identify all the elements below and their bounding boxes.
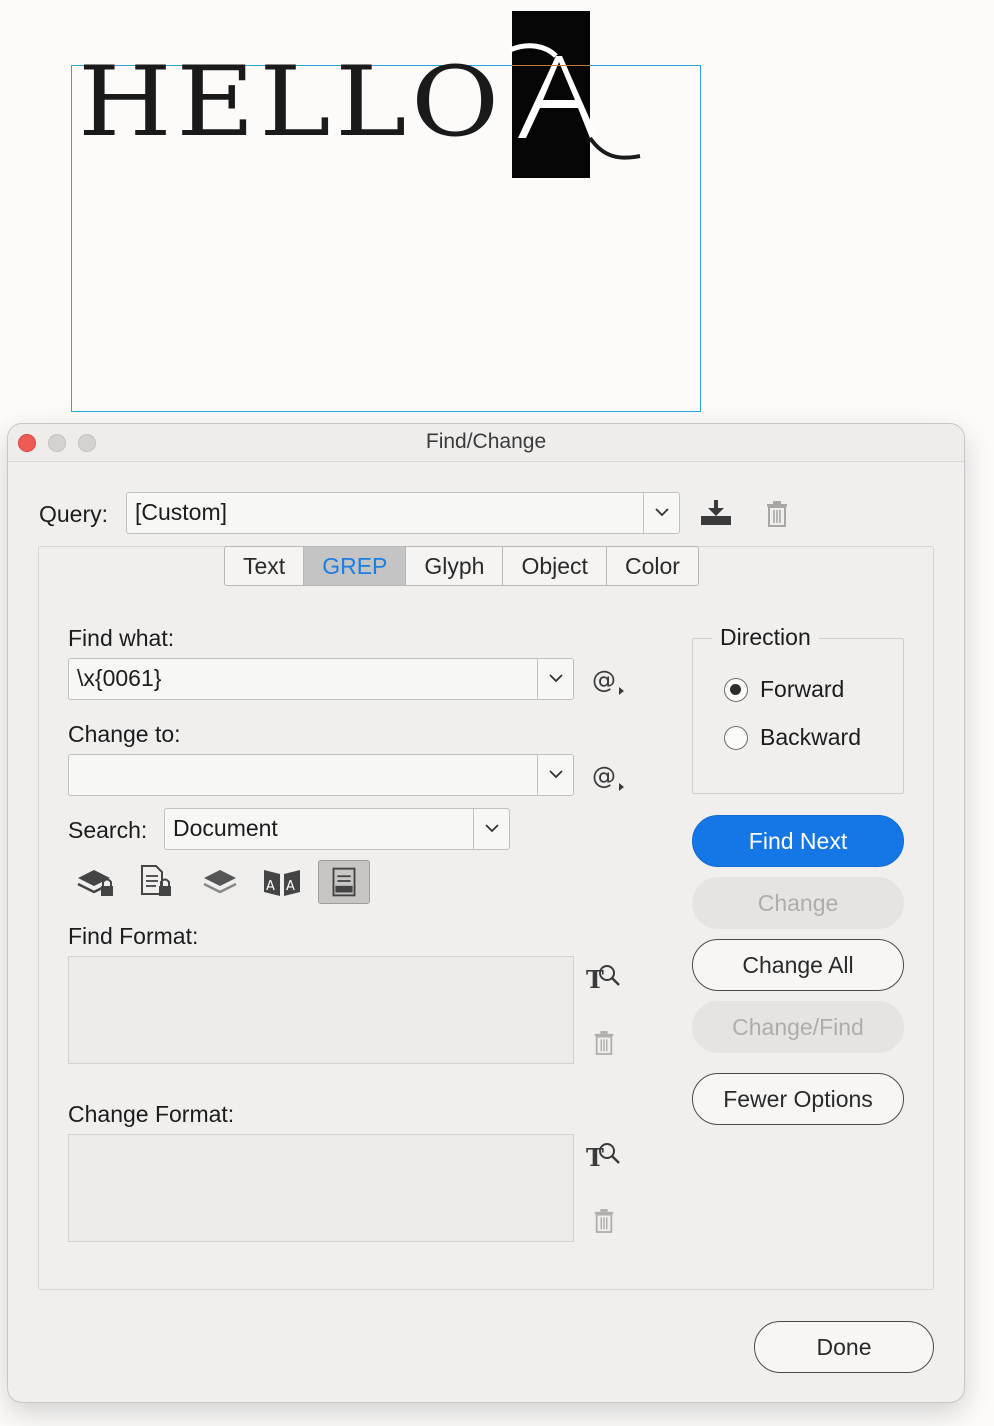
tab-object[interactable]: Object (503, 547, 607, 585)
save-query-icon[interactable] (698, 498, 734, 528)
find-format-box[interactable] (68, 956, 574, 1064)
tab-glyph[interactable]: Glyph (406, 547, 504, 585)
chevron-down-icon[interactable] (537, 659, 573, 699)
hello-text: HELLO (78, 46, 504, 158)
include-hidden-layers-icon[interactable] (194, 860, 246, 904)
fewer-options-button[interactable]: Fewer Options (692, 1073, 904, 1125)
backward-radio[interactable] (724, 725, 748, 750)
svg-text:@: @ (592, 666, 616, 694)
clear-find-format-icon[interactable] (593, 1030, 615, 1056)
direction-backward-option[interactable]: Backward (724, 724, 861, 751)
find-change-dialog: Find/Change Query: [Custom] Text GREP Gl… (8, 424, 964, 1402)
find-what-field[interactable]: \x{0061} (68, 658, 574, 700)
delete-query-icon[interactable] (765, 500, 789, 528)
query-label: Query: (39, 501, 109, 527)
mode-tabs: Text GREP Glyph Object Color (224, 546, 699, 586)
change-find-button[interactable]: Change/Find (692, 1001, 904, 1053)
change-button[interactable]: Change (692, 877, 904, 929)
special-characters-icon[interactable]: @ (592, 760, 628, 792)
special-characters-icon[interactable]: @ (592, 664, 628, 696)
find-what-value: \x{0061} (77, 665, 162, 691)
change-format-label: Change Format: (68, 1101, 235, 1127)
dialog-title: Find/Change (425, 430, 547, 453)
forward-label: Forward (760, 676, 845, 702)
find-what-label: Find what: (68, 625, 175, 651)
tab-color[interactable]: Color (607, 547, 698, 585)
clear-change-format-icon[interactable] (593, 1208, 615, 1234)
direction-group (692, 638, 904, 794)
change-to-label: Change to: (68, 721, 181, 747)
search-label: Search: (68, 817, 148, 843)
selected-glyph-a (510, 43, 641, 160)
backward-label: Backward (760, 724, 861, 750)
change-format-box[interactable] (68, 1134, 574, 1242)
query-dropdown[interactable]: [Custom] (126, 492, 680, 534)
forward-radio[interactable] (724, 677, 748, 702)
chevron-down-icon[interactable] (537, 755, 573, 795)
title-bar[interactable]: Find/Change (8, 424, 964, 462)
tab-text[interactable]: Text (225, 547, 305, 585)
change-all-button[interactable]: Change All (692, 939, 904, 991)
include-footnotes-icon[interactable] (318, 860, 370, 904)
search-scope-value: Document (173, 815, 278, 841)
svg-text:@: @ (592, 762, 616, 790)
query-value: [Custom] (135, 499, 228, 525)
specify-attributes-icon[interactable]: T (586, 1138, 622, 1170)
find-format-label: Find Format: (68, 923, 199, 949)
change-to-field[interactable] (68, 754, 574, 796)
svg-text:A: A (286, 879, 295, 894)
direction-forward-option[interactable]: Forward (724, 676, 844, 703)
chevron-down-icon[interactable] (643, 493, 679, 533)
tab-grep[interactable]: GREP (304, 547, 407, 585)
include-locked-stories-icon[interactable] (132, 860, 184, 904)
direction-legend: Direction (712, 624, 819, 651)
baseline-marker (512, 65, 590, 66)
include-master-pages-icon[interactable]: A A (256, 860, 308, 904)
include-locked-layers-icon[interactable] (70, 860, 122, 904)
find-next-button[interactable]: Find Next (692, 815, 904, 867)
chevron-down-icon[interactable] (473, 809, 509, 849)
svg-text:A: A (266, 879, 275, 894)
specify-attributes-icon[interactable]: T (586, 960, 622, 992)
search-scope-dropdown[interactable]: Document (164, 808, 510, 850)
done-button[interactable]: Done (754, 1321, 934, 1373)
